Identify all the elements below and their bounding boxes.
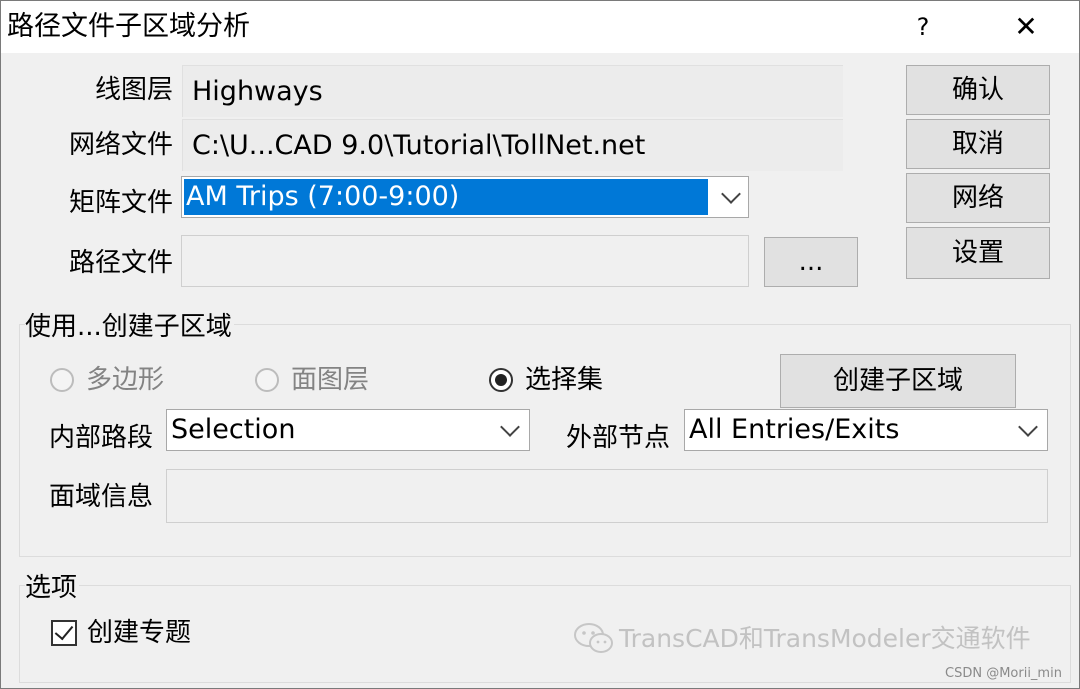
matrix-file-value: AM Trips (7:00-9:00) — [184, 179, 708, 215]
radio-area-layer-label: 面图层 — [291, 365, 370, 395]
create-theme-label: 创建专题 — [87, 618, 192, 648]
radio-polygon-label: 多边形 — [86, 365, 165, 395]
radio-selection[interactable] — [489, 368, 513, 392]
title-bar: 路径文件子区域分析 ? ✕ — [1, 1, 1079, 53]
dialog-window: 路径文件子区域分析 ? ✕ 线图层 Highways 网络文件 C:\U...C… — [0, 0, 1080, 689]
subarea-group-title: 使用...创建子区域 — [25, 310, 234, 344]
radio-polygon[interactable] — [50, 368, 74, 392]
help-button[interactable]: ? — [901, 5, 945, 49]
path-file-label: 路径文件 — [68, 248, 173, 278]
area-info-field — [166, 469, 1048, 523]
path-file-field[interactable] — [181, 235, 749, 287]
area-info-label: 面域信息 — [49, 482, 154, 512]
csdn-credit: CSDN @Morii_min — [945, 666, 1062, 681]
internal-links-value: Selection — [171, 414, 296, 445]
ok-button[interactable]: 确认 — [906, 65, 1050, 115]
chevron-down-icon — [500, 417, 520, 437]
matrix-file-label: 矩阵文件 — [68, 188, 173, 218]
create-subarea-button[interactable]: 创建子区域 — [780, 354, 1016, 408]
matrix-file-select[interactable]: AM Trips (7:00-9:00) — [181, 176, 749, 218]
chevron-down-icon — [1018, 417, 1038, 437]
external-nodes-value: All Entries/Exits — [689, 414, 900, 445]
browse-button[interactable]: ... — [764, 237, 858, 287]
create-theme-checkbox[interactable] — [51, 620, 77, 646]
watermark-text: TransCAD和TransModeler交通软件 — [619, 624, 1031, 653]
internal-links-select[interactable]: Selection — [166, 409, 530, 451]
external-nodes-select[interactable]: All Entries/Exits — [684, 409, 1048, 451]
settings-button[interactable]: 设置 — [906, 227, 1050, 279]
chevron-down-icon — [721, 184, 741, 204]
line-layer-label: 线图层 — [94, 75, 173, 105]
window-title: 路径文件子区域分析 — [7, 11, 250, 42]
radio-area-layer[interactable] — [255, 368, 279, 392]
cancel-button[interactable]: 取消 — [906, 119, 1050, 169]
radio-selection-label: 选择集 — [525, 365, 604, 395]
network-button[interactable]: 网络 — [906, 173, 1050, 223]
close-button[interactable]: ✕ — [997, 5, 1055, 49]
network-file-label: 网络文件 — [68, 130, 173, 160]
network-file-field: C:\U...CAD 9.0\Tutorial\TollNet.net — [182, 119, 843, 171]
line-layer-field: Highways — [182, 65, 843, 117]
internal-links-label: 内部路段 — [49, 423, 154, 453]
external-nodes-label: 外部节点 — [566, 423, 671, 453]
options-group-title: 选项 — [25, 571, 80, 605]
wechat-icon — [574, 623, 613, 653]
